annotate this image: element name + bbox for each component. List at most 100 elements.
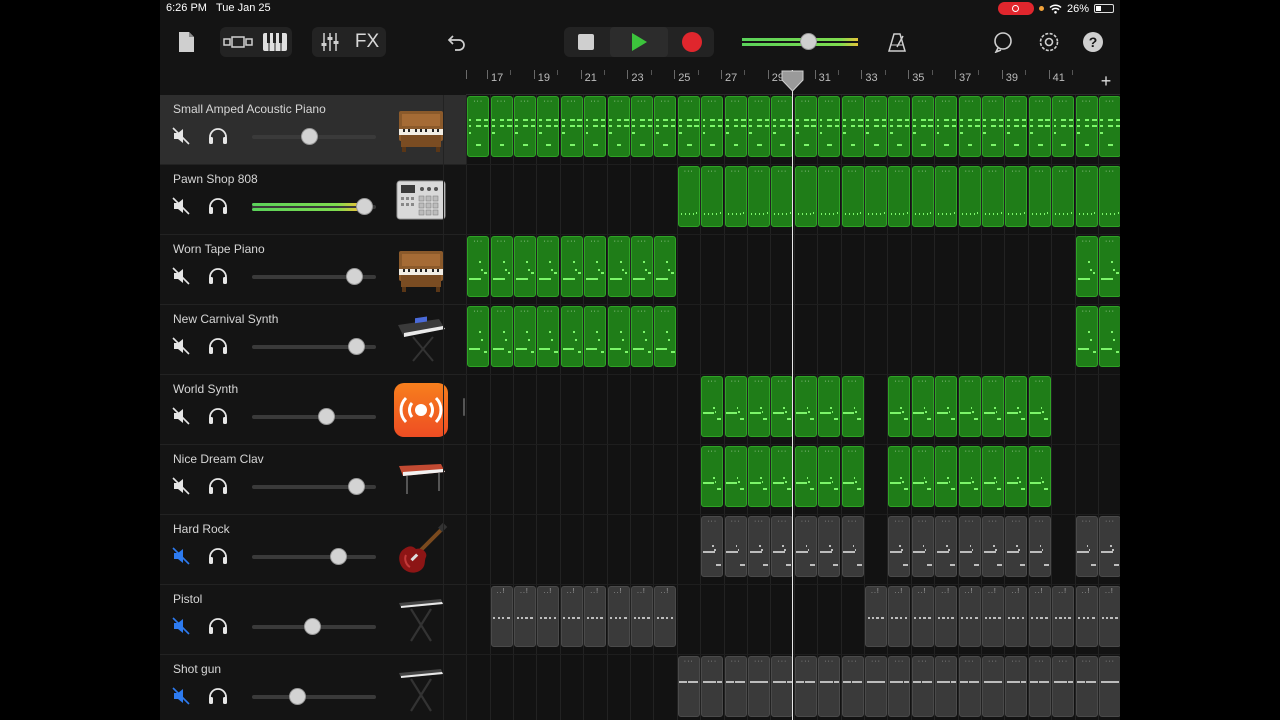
region-menu-dots[interactable]: ··· — [497, 308, 507, 315]
music-region[interactable]: ··· — [748, 516, 770, 577]
mixer-button[interactable] — [315, 29, 345, 55]
region-menu-dots[interactable]: ··· — [614, 308, 624, 315]
music-region[interactable]: ··· — [631, 96, 653, 157]
region-menu-dots[interactable]: ··· — [754, 98, 764, 105]
region-menu-dots[interactable]: ··· — [848, 658, 858, 665]
music-region[interactable]: ··· — [771, 96, 794, 157]
region-menu-dots[interactable]: ..! — [497, 588, 506, 595]
music-region[interactable]: ··· — [724, 516, 747, 577]
region-menu-dots[interactable]: ··· — [824, 448, 834, 455]
region-menu-dots[interactable]: ··· — [1082, 98, 1092, 105]
region-menu-dots[interactable]: ··· — [473, 308, 483, 315]
region-menu-dots[interactable]: ··· — [754, 448, 764, 455]
music-region[interactable]: ··· — [490, 306, 513, 367]
region-menu-dots[interactable]: ··· — [848, 378, 858, 385]
keyboard-stand-icon[interactable] — [392, 662, 450, 718]
music-region[interactable]: ··· — [584, 306, 607, 367]
music-region[interactable]: ··· — [841, 656, 864, 717]
region-menu-dots[interactable]: ··· — [1011, 378, 1021, 385]
music-region[interactable]: ··· — [724, 166, 747, 227]
volume-knob[interactable] — [348, 478, 366, 495]
music-region[interactable]: ··· — [490, 96, 513, 157]
region-menu-dots[interactable]: ··· — [965, 448, 975, 455]
music-region[interactable]: ··· — [982, 166, 1004, 227]
music-region[interactable]: ··· — [677, 656, 700, 717]
region-menu-dots[interactable]: ··· — [684, 98, 694, 105]
music-region[interactable]: ··· — [865, 96, 887, 157]
music-region[interactable]: ..! — [1005, 586, 1028, 647]
music-region[interactable]: ··· — [794, 656, 817, 717]
volume-knob[interactable] — [348, 338, 366, 355]
music-region[interactable]: ··· — [1028, 656, 1051, 717]
region-menu-dots[interactable]: ··· — [543, 98, 553, 105]
drum-machine-icon[interactable] — [392, 172, 450, 228]
region-menu-dots[interactable]: ··· — [707, 168, 717, 175]
music-region[interactable]: ··· — [771, 446, 794, 507]
electric-guitar-icon[interactable] — [392, 522, 450, 578]
music-region[interactable]: ··· — [607, 96, 630, 157]
region-menu-dots[interactable]: ··· — [567, 98, 577, 105]
music-region[interactable]: ··· — [818, 446, 841, 507]
region-menu-dots[interactable]: ··· — [918, 168, 928, 175]
region-menu-dots[interactable]: ..! — [871, 588, 880, 595]
metronome-button[interactable] — [884, 29, 910, 55]
region-menu-dots[interactable]: ··· — [684, 168, 694, 175]
music-region[interactable]: ··· — [1052, 656, 1075, 717]
headphones-icon[interactable] — [208, 337, 228, 355]
music-region[interactable]: ··· — [818, 516, 841, 577]
track-volume-slider[interactable] — [252, 548, 376, 565]
region-menu-dots[interactable]: ··· — [731, 98, 741, 105]
music-region[interactable]: ··· — [888, 376, 911, 437]
music-region[interactable]: ..! — [514, 586, 536, 647]
music-region[interactable]: ··· — [677, 166, 700, 227]
upright-piano-icon[interactable] — [392, 242, 450, 298]
region-menu-dots[interactable]: ··· — [918, 378, 928, 385]
music-region[interactable]: ··· — [677, 96, 700, 157]
volume-knob[interactable] — [355, 198, 373, 215]
region-menu-dots[interactable]: ..! — [614, 588, 623, 595]
music-region[interactable]: ··· — [654, 96, 677, 157]
region-menu-dots[interactable]: ··· — [824, 518, 834, 525]
region-menu-dots[interactable]: ··· — [988, 168, 998, 175]
music-region[interactable]: ··· — [560, 236, 583, 297]
region-menu-dots[interactable]: ··· — [473, 98, 483, 105]
region-menu-dots[interactable]: ··· — [918, 98, 928, 105]
mute-icon[interactable] — [172, 407, 190, 425]
music-region[interactable]: ··· — [1005, 376, 1028, 437]
track-volume-slider[interactable] — [252, 128, 376, 145]
play-button[interactable] — [610, 27, 668, 57]
music-region[interactable]: ..! — [560, 586, 583, 647]
region-menu-dots[interactable]: ··· — [1035, 658, 1045, 665]
music-region[interactable]: ··· — [958, 656, 981, 717]
region-menu-dots[interactable]: ··· — [777, 448, 787, 455]
region-menu-dots[interactable]: ..! — [918, 588, 927, 595]
region-menu-dots[interactable]: ..! — [988, 588, 997, 595]
track-volume-slider[interactable] — [252, 268, 376, 285]
music-region[interactable]: ··· — [1099, 656, 1120, 717]
music-region[interactable]: ··· — [724, 376, 747, 437]
region-menu-dots[interactable]: ··· — [1105, 98, 1115, 105]
region-menu-dots[interactable]: ··· — [848, 448, 858, 455]
mute-icon[interactable] — [172, 687, 190, 705]
region-menu-dots[interactable]: ··· — [520, 98, 530, 105]
music-region[interactable]: ··· — [982, 656, 1004, 717]
music-region[interactable]: ..! — [958, 586, 981, 647]
region-menu-dots[interactable]: ··· — [543, 238, 553, 245]
music-region[interactable]: ··· — [1028, 96, 1051, 157]
region-menu-dots[interactable]: ··· — [894, 518, 904, 525]
music-region[interactable]: ··· — [1005, 516, 1028, 577]
region-menu-dots[interactable]: ··· — [801, 448, 811, 455]
red-keyboard-icon[interactable] — [392, 452, 450, 508]
track-header[interactable]: Shot gun — [160, 655, 466, 720]
stop-button[interactable] — [572, 29, 600, 55]
region-menu-dots[interactable]: ··· — [754, 518, 764, 525]
music-region[interactable]: ··· — [724, 656, 747, 717]
region-menu-dots[interactable]: ..! — [543, 588, 552, 595]
music-region[interactable]: ··· — [748, 166, 770, 227]
music-region[interactable]: ··· — [958, 166, 981, 227]
region-menu-dots[interactable]: ··· — [777, 658, 787, 665]
music-region[interactable]: ..! — [654, 586, 677, 647]
region-menu-dots[interactable]: ··· — [614, 98, 624, 105]
region-menu-dots[interactable]: ··· — [590, 308, 600, 315]
mute-icon[interactable] — [172, 267, 190, 285]
